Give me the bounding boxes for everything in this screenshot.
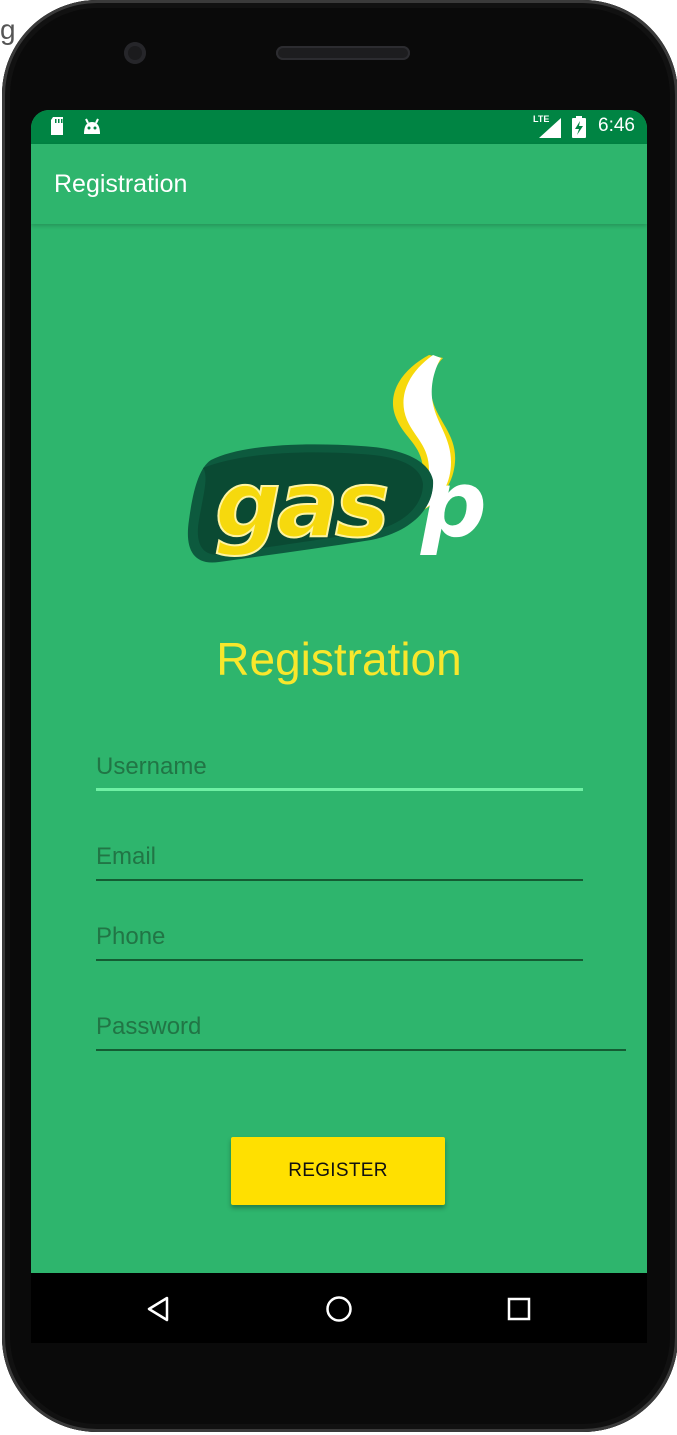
battery-charging-icon <box>572 116 586 143</box>
gasp-logo-text: gas <box>215 451 387 558</box>
status-bar: LTE 6:46 <box>31 110 647 144</box>
registration-heading: Registration <box>216 633 462 685</box>
username-field[interactable] <box>96 747 583 791</box>
home-icon[interactable] <box>323 1293 355 1325</box>
gasp-logo: gas p <box>187 355 488 563</box>
background-partial-text: g <box>0 14 16 45</box>
phone-underline <box>96 959 583 961</box>
navigation-bar <box>31 1273 647 1343</box>
password-field[interactable] <box>96 1007 626 1051</box>
password-input[interactable] <box>96 1007 626 1047</box>
phone-field[interactable] <box>96 917 583 961</box>
register-button[interactable]: REGISTER <box>231 1137 445 1205</box>
email-field[interactable] <box>96 837 583 881</box>
password-underline <box>96 1049 626 1051</box>
recents-icon[interactable] <box>503 1293 535 1325</box>
status-time: 6:46 <box>598 115 635 136</box>
app-screen: LTE 6:46 Registration gas p Registration <box>31 110 647 1342</box>
username-input[interactable] <box>96 747 583 787</box>
earpiece-speaker <box>276 46 410 60</box>
username-underline <box>96 788 583 791</box>
back-icon[interactable] <box>143 1293 175 1325</box>
phone-input[interactable] <box>96 917 583 957</box>
app-bar-title: Registration <box>54 170 188 198</box>
front-camera <box>124 42 146 64</box>
email-underline <box>96 879 583 881</box>
signal-icon <box>539 118 561 143</box>
email-input[interactable] <box>96 837 583 877</box>
sd-card-icon <box>49 116 65 141</box>
svg-text:p: p <box>420 451 484 558</box>
android-icon <box>82 116 102 141</box>
app-bar: Registration <box>31 144 647 224</box>
